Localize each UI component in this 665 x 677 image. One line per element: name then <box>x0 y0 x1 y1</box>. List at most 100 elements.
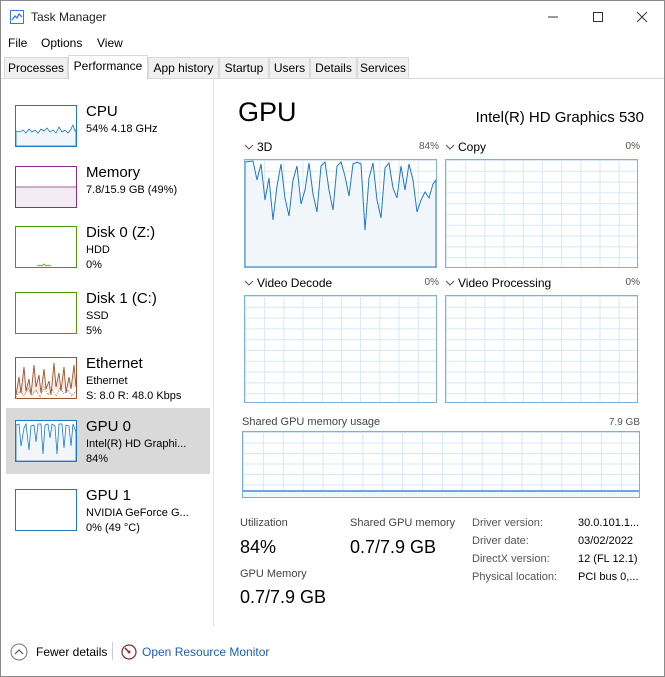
ethernet-thumbnail-graph <box>15 357 77 399</box>
sidebar-item-gpu1-name: GPU 1 <box>86 487 132 504</box>
fewer-details-button[interactable]: Fewer details <box>10 643 160 661</box>
gpu-memory-value: 0.7/7.9 GB <box>240 587 327 607</box>
sidebar-item-disk0-type: HDD <box>86 244 110 256</box>
driver-date-value: 03/02/2022 <box>578 535 634 547</box>
engine-video-processing-graph <box>445 295 638 403</box>
shared-memory-graph <box>242 431 640 498</box>
utilization-value: 84% <box>240 537 277 557</box>
disk0-thumbnail-graph <box>15 226 77 268</box>
tab-app-history[interactable]: App history <box>148 57 219 78</box>
engine-3d-selector[interactable]: 3D <box>257 140 272 154</box>
close-icon <box>636 11 648 23</box>
physical-location-label: Physical location: <box>472 571 557 583</box>
chevron-down-icon[interactable] <box>445 279 455 287</box>
sidebar-item-memory[interactable]: Memory 7.8/15.9 GB (49%) <box>6 154 210 218</box>
chevron-down-icon[interactable] <box>244 279 254 287</box>
engine-video-decode-percent: 0% <box>424 277 439 288</box>
chevron-down-icon[interactable] <box>244 143 254 151</box>
window-title: Task Manager <box>31 10 107 24</box>
utilization-label: Utilization <box>240 517 288 529</box>
directx-version-label: DirectX version: <box>472 553 550 565</box>
gpu-detail-panel: GPU Intel(R) HD Graphics 530 3D 84% Copy… <box>215 79 664 627</box>
gpu-memory-label: GPU Memory <box>240 568 307 580</box>
engine-copy-percent: 0% <box>625 141 640 152</box>
sidebar-item-memory-detail: 7.8/15.9 GB (49%) <box>86 184 178 196</box>
shared-memory-value: 0.7/7.9 GB <box>350 537 437 557</box>
fewer-details-label: Fewer details <box>36 645 108 659</box>
task-manager-app-icon <box>10 10 24 24</box>
sidebar-item-gpu0-usage: 84% <box>86 453 109 465</box>
engine-3d-percent: 84% <box>418 141 439 152</box>
page-title: GPU <box>238 97 297 127</box>
menu-bar: File Options View <box>1 33 664 53</box>
close-button[interactable] <box>620 5 664 29</box>
engine-copy-graph <box>445 159 638 268</box>
sidebar-item-ethernet-adapter: Ethernet <box>86 375 128 387</box>
driver-version-value: 30.0.101.1... <box>578 517 640 529</box>
tab-details[interactable]: Details <box>310 57 357 78</box>
directx-version-value: 12 (FL 12.1) <box>578 553 638 565</box>
shared-memory-label: Shared GPU memory <box>350 517 456 529</box>
chevron-up-icon <box>10 643 28 661</box>
shared-memory-graph-line <box>243 490 639 497</box>
maximize-icon <box>593 12 603 22</box>
maximize-button[interactable] <box>576 5 620 29</box>
driver-date-label: Driver date: <box>472 535 529 547</box>
sidebar-item-gpu1-model: NVIDIA GeForce G... <box>86 507 189 519</box>
shared-memory-graph-label: Shared GPU memory usage <box>242 416 381 428</box>
menu-options[interactable]: Options <box>41 36 82 50</box>
footer-bar: Fewer details Open Resource Monitor <box>1 637 664 667</box>
tab-strip: Processes Performance App history Startu… <box>1 55 664 80</box>
disk1-thumbnail-graph <box>15 292 77 334</box>
sidebar-item-cpu[interactable]: CPU 54% 4.18 GHz <box>6 93 210 157</box>
menu-file[interactable]: File <box>8 36 27 50</box>
performance-content: CPU 54% 4.18 GHz Memory 7.8/15.9 GB (49%… <box>1 79 664 627</box>
task-manager-window: Task Manager File Options View Processes… <box>0 0 665 677</box>
sidebar-item-disk0-usage: 0% <box>86 259 102 271</box>
minimize-button[interactable] <box>531 5 575 29</box>
physical-location-value: PCI bus 0,... <box>578 571 639 583</box>
sidebar-item-disk1-name: Disk 1 (C:) <box>86 290 157 307</box>
menu-view[interactable]: View <box>97 36 123 50</box>
engine-3d-graph-line <box>245 160 436 267</box>
cpu-thumbnail-graph <box>15 105 77 147</box>
sidebar-item-gpu1[interactable]: GPU 1 NVIDIA GeForce G... 0% (49 °C) <box>6 477 210 541</box>
sidebar-item-disk0[interactable]: Disk 0 (Z:) HDD 0% <box>6 214 210 278</box>
sidebar-item-cpu-detail: 54% 4.18 GHz <box>86 123 158 135</box>
minimize-icon <box>548 16 558 18</box>
tab-processes[interactable]: Processes <box>4 57 68 78</box>
sidebar-item-gpu1-usage: 0% (49 °C) <box>86 522 140 534</box>
engine-copy-selector[interactable]: Copy <box>458 140 486 154</box>
sidebar-item-gpu0-model: Intel(R) HD Graphi... <box>86 438 187 450</box>
memory-thumbnail-graph <box>15 166 77 208</box>
sidebar-item-ethernet[interactable]: Ethernet Ethernet S: 8.0 R: 48.0 Kbps <box>6 345 210 409</box>
shared-memory-graph-max: 7.9 GB <box>608 417 640 428</box>
engine-3d-graph <box>244 159 437 268</box>
footer-divider <box>112 642 113 660</box>
tab-startup[interactable]: Startup <box>219 57 269 78</box>
engine-video-decode-selector[interactable]: Video Decode <box>257 276 332 290</box>
sidebar-item-disk1-usage: 5% <box>86 325 102 337</box>
sidebar-item-gpu0[interactable]: GPU 0 Intel(R) HD Graphi... 84% <box>6 408 210 474</box>
resource-monitor-icon <box>121 644 137 660</box>
tab-users[interactable]: Users <box>269 57 310 78</box>
sidebar-item-gpu0-name: GPU 0 <box>86 418 132 435</box>
sidebar-item-disk1[interactable]: Disk 1 (C:) SSD 5% <box>6 280 210 344</box>
sidebar-item-disk0-name: Disk 0 (Z:) <box>86 224 156 241</box>
gpu-model-name: Intel(R) HD Graphics 530 <box>475 109 644 126</box>
engine-video-decode-graph <box>244 295 437 403</box>
engine-video-processing-percent: 0% <box>625 277 640 288</box>
chevron-down-icon[interactable] <box>445 143 455 151</box>
sidebar-item-ethernet-name: Ethernet <box>86 355 143 372</box>
resource-list: CPU 54% 4.18 GHz Memory 7.8/15.9 GB (49%… <box>1 79 214 627</box>
sidebar-item-cpu-name: CPU <box>86 103 118 120</box>
driver-version-label: Driver version: <box>472 517 543 529</box>
tab-performance[interactable]: Performance <box>68 55 148 80</box>
tab-services[interactable]: Services <box>357 57 409 78</box>
sidebar-item-disk1-type: SSD <box>86 310 109 322</box>
title-bar: Task Manager <box>1 1 664 33</box>
open-resource-monitor-link[interactable]: Open Resource Monitor <box>142 645 269 659</box>
engine-video-processing-selector[interactable]: Video Processing <box>458 276 551 290</box>
gpu1-thumbnail-graph <box>15 489 77 531</box>
sidebar-item-memory-name: Memory <box>86 164 141 181</box>
